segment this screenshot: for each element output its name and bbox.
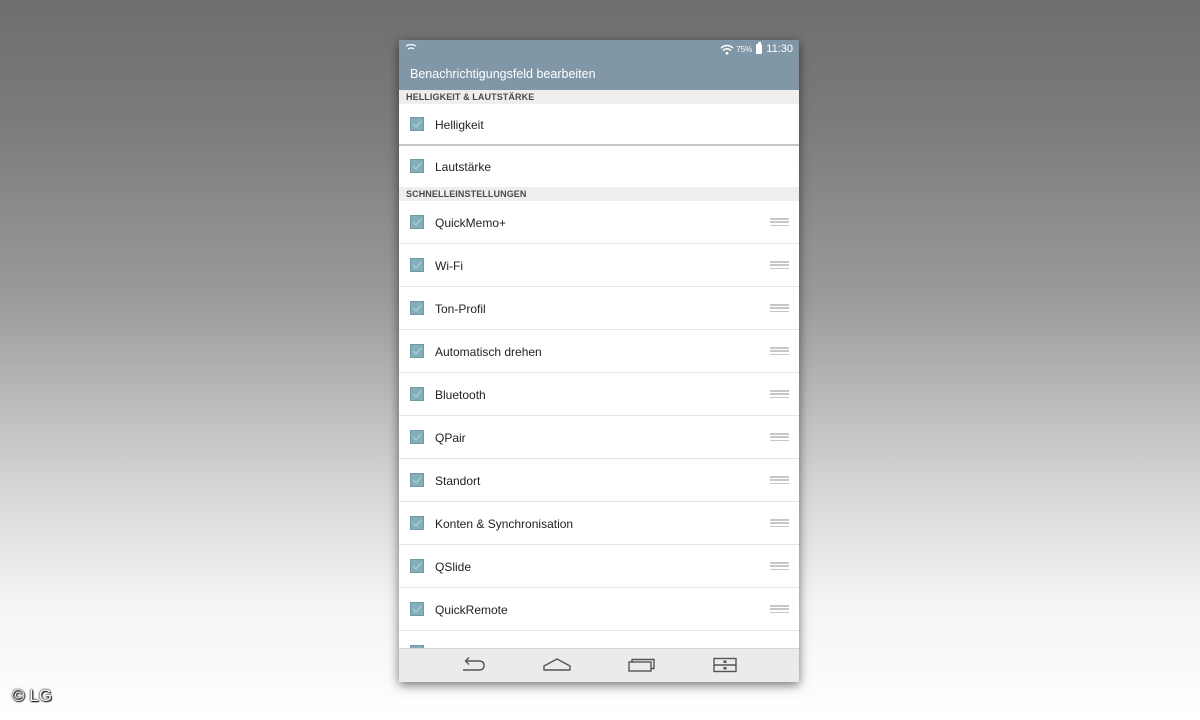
list-item-standort[interactable]: Standort — [399, 459, 799, 501]
list-item-bluetooth[interactable]: Bluetooth — [399, 373, 799, 415]
list-item-helligkeit[interactable]: Helligkeit — [399, 104, 799, 144]
list-item-label: Standort — [435, 474, 481, 488]
checkbox[interactable] — [410, 602, 424, 616]
check-icon — [412, 347, 422, 355]
back-icon[interactable] — [457, 656, 489, 674]
drag-handle-icon[interactable] — [770, 433, 789, 442]
list-item-ton-profil[interactable]: Ton-Profil — [399, 287, 799, 329]
dual-window-icon[interactable] — [709, 656, 741, 674]
recent-apps-icon[interactable] — [625, 656, 657, 674]
check-icon — [412, 433, 422, 441]
checkbox[interactable] — [410, 516, 424, 530]
list-item-label: Lautstärke — [435, 160, 492, 174]
checkbox[interactable] — [410, 258, 424, 272]
list-item-konten-synchronisation[interactable]: Konten & Synchronisation — [399, 502, 799, 544]
home-icon[interactable] — [541, 656, 573, 674]
list-item-partial[interactable] — [399, 631, 799, 648]
list-item-quickremote[interactable]: QuickRemote — [399, 588, 799, 630]
list-item-automatisch-drehen[interactable]: Automatisch drehen — [399, 330, 799, 372]
list-item-label: Konten & Synchronisation — [435, 517, 574, 531]
list-item-label: Bluetooth — [435, 388, 486, 402]
list-item-quickmemo[interactable]: QuickMemo+ — [399, 201, 799, 243]
list-item-label: QPair — [435, 431, 466, 445]
list-item-qslide[interactable]: QSlide — [399, 545, 799, 587]
list-item-label: QuickMemo+ — [435, 216, 507, 230]
status-bar: 75% 11:30 — [399, 40, 799, 58]
check-icon — [412, 218, 422, 226]
list-item-qpair[interactable]: QPair — [399, 416, 799, 458]
drag-handle-icon[interactable] — [770, 304, 789, 313]
drag-handle-icon[interactable] — [770, 605, 789, 614]
check-icon — [412, 304, 422, 312]
status-time: 11:30 — [766, 43, 793, 55]
checkbox[interactable] — [410, 159, 424, 173]
list-item-lautstaerke[interactable]: Lautstärke — [399, 146, 799, 186]
checkbox[interactable] — [410, 473, 424, 487]
app-bar: Benachrichtigungsfeld bearbeiten — [399, 58, 799, 90]
battery-icon — [756, 42, 763, 54]
check-icon — [412, 120, 422, 128]
check-icon — [412, 261, 422, 269]
status-indicators: 75% 11:30 — [720, 42, 793, 56]
check-icon — [412, 562, 422, 570]
drag-handle-icon[interactable] — [770, 347, 789, 356]
drag-handle-icon[interactable] — [770, 562, 789, 571]
notification-icon — [405, 43, 417, 50]
drag-handle-icon[interactable] — [770, 261, 789, 270]
drag-handle-icon[interactable] — [770, 476, 789, 485]
drag-handle-icon[interactable] — [770, 390, 789, 399]
checkbox[interactable] — [410, 301, 424, 315]
checkbox[interactable] — [410, 344, 424, 358]
checkbox[interactable] — [410, 117, 424, 131]
list-item-label: QuickRemote — [435, 603, 508, 617]
checkbox[interactable] — [410, 430, 424, 444]
section-header-quick-settings: SCHNELLEINSTELLUNGEN — [399, 187, 799, 201]
checkbox[interactable] — [410, 559, 424, 573]
list-item-label: Automatisch drehen — [435, 345, 542, 359]
check-icon — [412, 162, 422, 170]
drag-handle-icon[interactable] — [770, 218, 789, 227]
drag-handle-icon[interactable] — [770, 519, 789, 528]
list-item-label: Ton-Profil — [435, 302, 486, 316]
navigation-bar — [399, 648, 799, 682]
check-icon — [412, 605, 422, 613]
section-header-brightness-volume: HELLIGKEIT & LAUTSTÄRKE — [399, 90, 799, 104]
check-icon — [412, 390, 422, 398]
list-item-label: QSlide — [435, 560, 472, 574]
checkbox[interactable] — [410, 387, 424, 401]
wifi-icon — [720, 44, 734, 55]
battery-percent: 75% — [736, 44, 753, 54]
page-title: Benachrichtigungsfeld bearbeiten — [410, 67, 596, 81]
check-icon — [412, 519, 422, 527]
list-item-label: Helligkeit — [435, 118, 484, 132]
checkbox[interactable] — [410, 215, 424, 229]
list-item-label: Wi-Fi — [435, 259, 463, 273]
copyright-text: © LG — [12, 686, 52, 705]
list-item-wifi[interactable]: Wi-Fi — [399, 244, 799, 286]
check-icon — [412, 476, 422, 484]
phone-screen: 75% 11:30 Benachrichtigungsfeld bearbeit… — [399, 40, 799, 682]
